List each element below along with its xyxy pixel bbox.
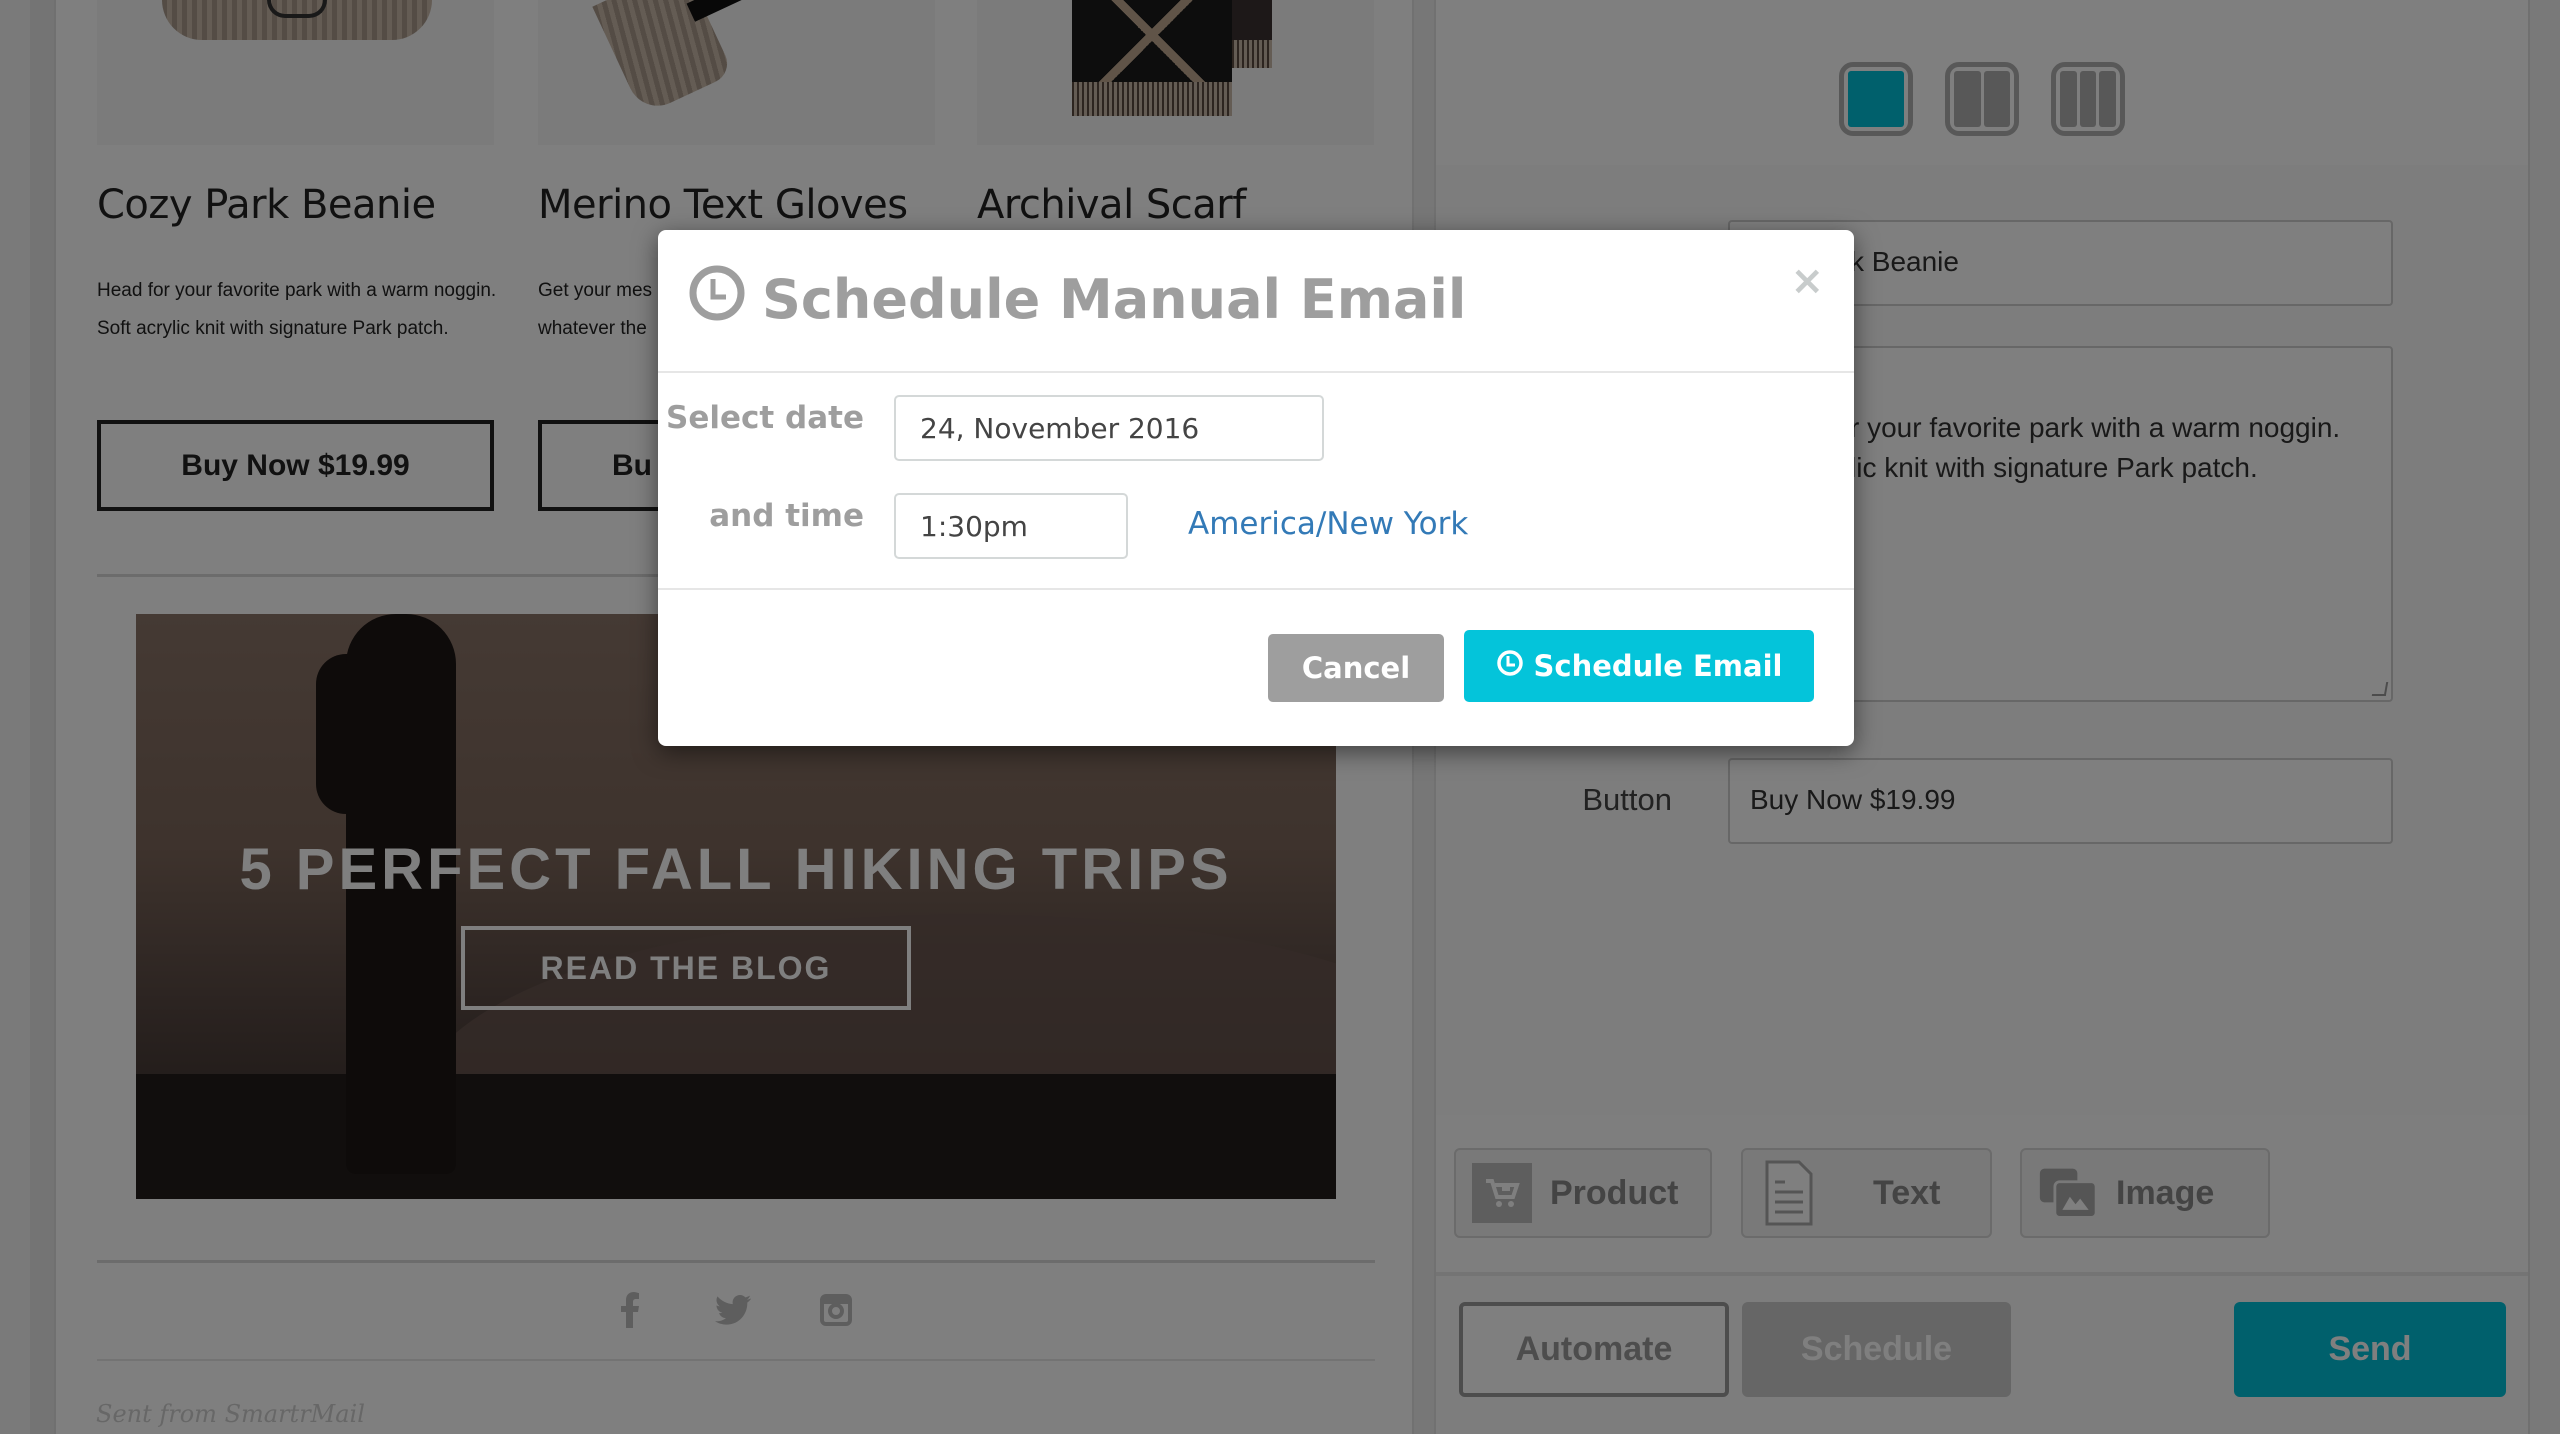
clock-icon — [688, 264, 746, 335]
time-value: 1:30pm — [920, 509, 1028, 543]
time-input[interactable]: 1:30pm — [894, 493, 1128, 559]
cancel-button[interactable]: Cancel — [1268, 634, 1444, 702]
schedule-email-label: Schedule Email — [1533, 649, 1783, 683]
time-label: and time — [709, 498, 864, 534]
date-input[interactable]: 24, November 2016 — [894, 395, 1324, 461]
close-icon[interactable]: × — [1790, 258, 1824, 304]
date-value: 24, November 2016 — [920, 411, 1200, 445]
modal-title: Schedule Manual Email — [688, 264, 1466, 335]
modal-header: Schedule Manual Email × — [658, 230, 1854, 373]
schedule-email-button[interactable]: Schedule Email — [1464, 630, 1814, 702]
timezone-link[interactable]: America/New York — [1188, 506, 1468, 542]
clock-icon — [1496, 649, 1524, 684]
date-label: Select date — [666, 400, 864, 436]
modal-footer-divider — [658, 588, 1854, 590]
schedule-email-modal: Schedule Manual Email × Select date 24, … — [658, 230, 1854, 746]
modal-title-text: Schedule Manual Email — [762, 268, 1467, 331]
